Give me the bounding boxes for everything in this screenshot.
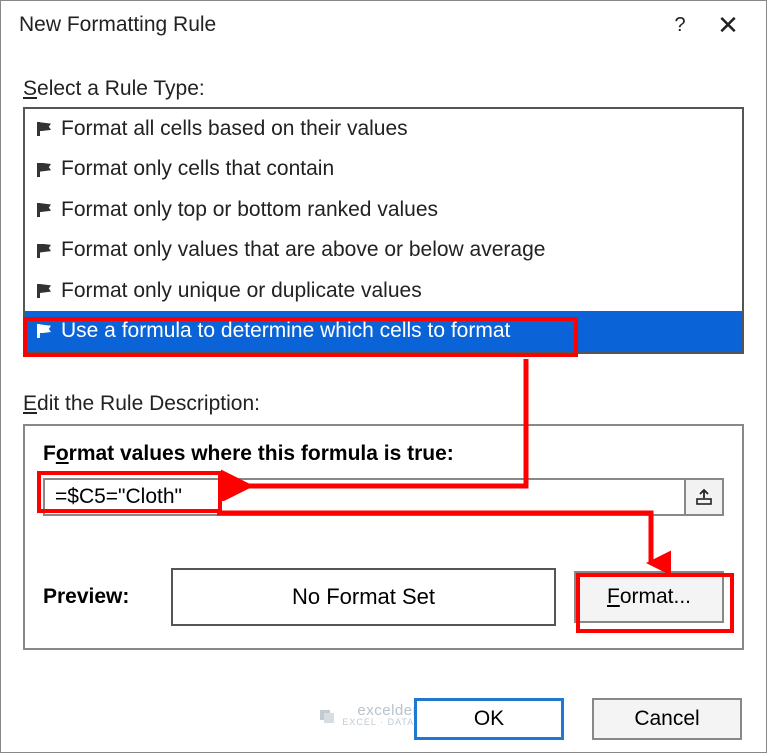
rule-type-item[interactable]: Format all cells based on their values xyxy=(25,109,742,149)
rule-type-text: Format only unique or duplicate values xyxy=(61,276,422,306)
ok-label: OK xyxy=(474,707,504,731)
edit-rule-accel: E xyxy=(23,392,37,415)
help-icon[interactable]: ? xyxy=(656,14,704,37)
format-btn-accel: F xyxy=(607,585,620,608)
dialog-footer: exceldemy EXCEL · DATA · TIPS OK Cancel xyxy=(1,686,766,752)
rule-type-item[interactable]: Format only unique or duplicate values xyxy=(25,271,742,311)
collapse-dialog-icon xyxy=(695,488,713,506)
preview-label: Preview: xyxy=(43,585,153,609)
range-selector-button[interactable] xyxy=(684,478,724,516)
format-button[interactable]: Format... xyxy=(574,571,724,623)
format-btn-rest: ormat... xyxy=(620,585,691,608)
flag-icon xyxy=(35,325,53,337)
flag-icon xyxy=(35,123,53,135)
dialog-title: New Formatting Rule xyxy=(19,13,656,37)
rule-type-text: Format all cells based on their values xyxy=(61,114,408,144)
edit-rule-description: Edit the Rule Description: Format values… xyxy=(23,392,744,650)
flag-icon xyxy=(35,164,53,176)
new-formatting-rule-dialog: New Formatting Rule ? ✕ Select a Rule Ty… xyxy=(0,0,767,753)
preview-row: Preview: No Format Set Format... xyxy=(43,568,724,626)
formula-label-pre: F xyxy=(43,442,56,465)
rule-type-item-selected[interactable]: Use a formula to determine which cells t… xyxy=(25,311,742,351)
flag-icon xyxy=(35,245,53,257)
formula-label: Format values where this formula is true… xyxy=(43,442,724,466)
formula-label-accel: o xyxy=(56,442,69,465)
edit-rule-rest: dit the Rule Description: xyxy=(37,392,260,415)
close-icon[interactable]: ✕ xyxy=(704,10,752,41)
preview-box: No Format Set xyxy=(171,568,556,626)
rule-type-item[interactable]: Format only cells that contain xyxy=(25,149,742,189)
rule-type-item[interactable]: Format only values that are above or bel… xyxy=(25,230,742,270)
rule-type-text: Format only values that are above or bel… xyxy=(61,235,545,265)
flag-icon xyxy=(35,285,53,297)
select-rule-type-label: Select a Rule Type: xyxy=(23,77,744,101)
ok-button[interactable]: OK xyxy=(414,698,564,740)
edit-rule-panel: Format values where this formula is true… xyxy=(23,424,744,650)
rule-type-text: Use a formula to determine which cells t… xyxy=(61,316,510,346)
rule-type-text: Format only top or bottom ranked values xyxy=(61,195,438,225)
cancel-button[interactable]: Cancel xyxy=(592,698,742,740)
dialog-body: Select a Rule Type: Format all cells bas… xyxy=(1,49,766,686)
select-rule-accel: S xyxy=(23,77,37,100)
watermark-icon xyxy=(318,706,336,724)
formula-label-post: rmat values where this formula is true: xyxy=(69,442,454,465)
formula-input[interactable] xyxy=(43,478,684,516)
formula-row xyxy=(43,478,724,516)
rule-type-listbox[interactable]: Format all cells based on their values F… xyxy=(23,107,744,354)
rule-type-text: Format only cells that contain xyxy=(61,154,334,184)
titlebar: New Formatting Rule ? ✕ xyxy=(1,1,766,49)
cancel-label: Cancel xyxy=(634,707,699,731)
edit-rule-label: Edit the Rule Description: xyxy=(23,392,744,416)
flag-icon xyxy=(35,204,53,216)
rule-type-item[interactable]: Format only top or bottom ranked values xyxy=(25,190,742,230)
select-rule-rest: elect a Rule Type: xyxy=(37,77,205,100)
